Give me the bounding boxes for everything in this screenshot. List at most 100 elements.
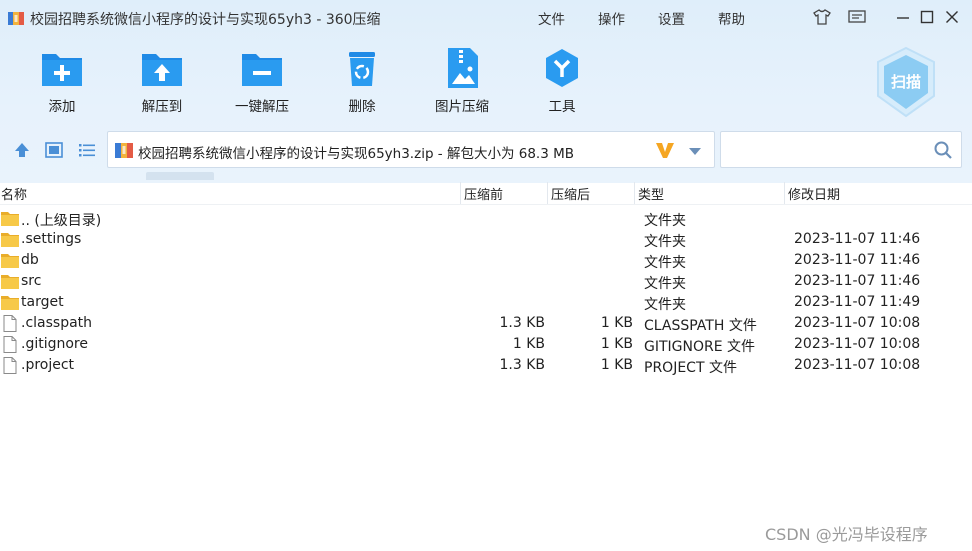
folder-icon <box>1 296 19 310</box>
table-row[interactable]: src 文件夹 2023-11-07 11:46 <box>0 271 972 292</box>
folder-oneclick-icon <box>242 54 282 86</box>
minimize-button[interactable] <box>893 7 913 27</box>
column-separator[interactable] <box>460 182 461 204</box>
one-click-extract-label: 一键解压 <box>235 99 289 115</box>
file-type: GITIGNORE 文件 <box>644 339 756 355</box>
up-arrow-icon[interactable] <box>12 140 32 160</box>
scan-shield-icon: 扫描 <box>877 46 935 118</box>
recycle-bin-icon <box>349 52 375 86</box>
file-size: 1 KB <box>512 336 545 352</box>
file-modified: 2023-11-07 11:46 <box>794 273 921 289</box>
file-packed-size: 1 KB <box>600 336 633 352</box>
one-click-extract-button[interactable]: 一键解压 <box>220 46 304 118</box>
feedback-button[interactable] <box>847 7 867 27</box>
folder-icon <box>1 275 19 289</box>
delete-button[interactable]: 删除 <box>320 46 404 118</box>
column-header-type[interactable]: 类型 <box>638 184 664 204</box>
folder-icon <box>1 233 19 247</box>
tools-icon <box>546 49 578 87</box>
file-name: .. (上级目录) <box>21 213 102 229</box>
file-list: .. (上级目录) 文件夹 .settings 文件夹 2023-11-07 1… <box>0 208 972 376</box>
folder-icon <box>1 254 19 268</box>
zip-app-icon <box>8 12 24 25</box>
file-modified: 2023-11-07 10:08 <box>794 357 921 373</box>
folder-icon <box>1 212 19 226</box>
table-row[interactable]: .. (上级目录) 文件夹 <box>0 208 972 229</box>
menu-file[interactable]: 文件 <box>538 8 565 28</box>
skin-button[interactable] <box>812 7 832 27</box>
tools-button[interactable]: 工具 <box>520 46 604 118</box>
verified-v-icon[interactable] <box>654 139 676 161</box>
zip-file-icon <box>115 143 133 158</box>
file-name: .settings <box>21 231 82 247</box>
file-size: 1.3 KB <box>499 315 546 331</box>
search-input[interactable] <box>727 138 927 162</box>
table-row[interactable]: target 文件夹 2023-11-07 11:49 <box>0 292 972 313</box>
file-type: 文件夹 <box>644 297 686 313</box>
table-row[interactable]: .settings 文件夹 2023-11-07 11:46 <box>0 229 972 250</box>
table-row[interactable]: db 文件夹 2023-11-07 11:46 <box>0 250 972 271</box>
file-modified: 2023-11-07 11:46 <box>794 252 921 268</box>
file-modified: 2023-11-07 11:46 <box>794 231 921 247</box>
scan-label: 扫描 <box>891 73 921 91</box>
column-header-packed[interactable]: 压缩后 <box>551 184 590 204</box>
search-box[interactable] <box>720 131 962 168</box>
thumbnail-view-icon[interactable] <box>44 140 64 160</box>
search-icon[interactable] <box>933 140 953 160</box>
maximize-button[interactable] <box>917 7 937 27</box>
watermark: CSDN @光冯毕设程序 <box>765 525 928 544</box>
close-button[interactable] <box>942 7 962 27</box>
extract-to-button[interactable]: 解压到 <box>120 46 204 118</box>
menu-settings[interactable]: 设置 <box>658 8 685 28</box>
menu-operation[interactable]: 操作 <box>598 8 625 28</box>
column-separator[interactable] <box>547 182 548 204</box>
file-type: 文件夹 <box>644 255 686 271</box>
file-name: db <box>21 252 39 268</box>
table-row[interactable]: .classpath 1.3 KB 1 KB CLASSPATH 文件 2023… <box>0 313 972 334</box>
image-compress-button[interactable]: 图片压缩 <box>420 46 504 118</box>
file-modified: 2023-11-07 10:08 <box>794 336 921 352</box>
file-name: target <box>21 294 64 310</box>
image-compress-icon <box>448 48 478 88</box>
title-bar: 校园招聘系统微信小程序的设计与实现65yh3 - 360压缩 文件 操作 设置 … <box>0 0 972 34</box>
column-header-name[interactable]: 名称 <box>1 184 27 204</box>
file-name: .project <box>21 357 75 373</box>
address-bar[interactable]: 校园招聘系统微信小程序的设计与实现65yh3.zip - 解包大小为 68.3 … <box>107 131 715 168</box>
add-button[interactable]: 添加 <box>20 46 104 118</box>
header-divider <box>0 204 972 205</box>
add-label: 添加 <box>48 99 76 115</box>
list-view-icon[interactable] <box>77 140 97 160</box>
column-separator[interactable] <box>784 182 785 204</box>
table-row[interactable]: .gitignore 1 KB 1 KB GITIGNORE 文件 2023-1… <box>0 334 972 355</box>
chevron-down-icon[interactable] <box>688 146 702 156</box>
file-type: 文件夹 <box>644 276 686 292</box>
image-compress-label: 图片压缩 <box>435 99 489 115</box>
column-header-modified[interactable]: 修改日期 <box>788 184 840 204</box>
shirt-icon <box>813 9 831 25</box>
tab-indicator <box>146 172 214 180</box>
close-icon <box>946 11 958 23</box>
archive-path: 校园招聘系统微信小程序的设计与实现65yh3.zip - 解包大小为 68.3 … <box>138 146 575 162</box>
file-modified: 2023-11-07 10:08 <box>794 315 921 331</box>
file-type: 文件夹 <box>644 213 686 229</box>
scan-button[interactable]: 扫描 <box>874 46 938 118</box>
column-separator[interactable] <box>634 182 635 204</box>
maximize-icon <box>920 10 934 24</box>
file-type: 文件夹 <box>644 234 686 250</box>
file-icon <box>3 336 17 353</box>
file-name: .gitignore <box>21 336 88 352</box>
column-header-size[interactable]: 压缩前 <box>464 184 503 204</box>
file-type: CLASSPATH 文件 <box>644 318 757 334</box>
file-icon <box>3 315 17 332</box>
tools-label: 工具 <box>548 99 576 115</box>
window-chrome: 校园招聘系统微信小程序的设计与实现65yh3 - 360压缩 文件 操作 设置 … <box>0 0 972 183</box>
file-size: 1.3 KB <box>499 357 546 373</box>
folder-add-icon <box>42 54 82 86</box>
menu-help[interactable]: 帮助 <box>718 8 745 28</box>
file-packed-size: 1 KB <box>600 315 633 331</box>
minimize-icon <box>897 17 909 19</box>
table-row[interactable]: .project 1.3 KB 1 KB PROJECT 文件 2023-11-… <box>0 355 972 376</box>
file-packed-size: 1 KB <box>600 357 633 373</box>
file-modified: 2023-11-07 11:49 <box>794 294 921 310</box>
extract-to-label: 解压到 <box>141 99 183 115</box>
